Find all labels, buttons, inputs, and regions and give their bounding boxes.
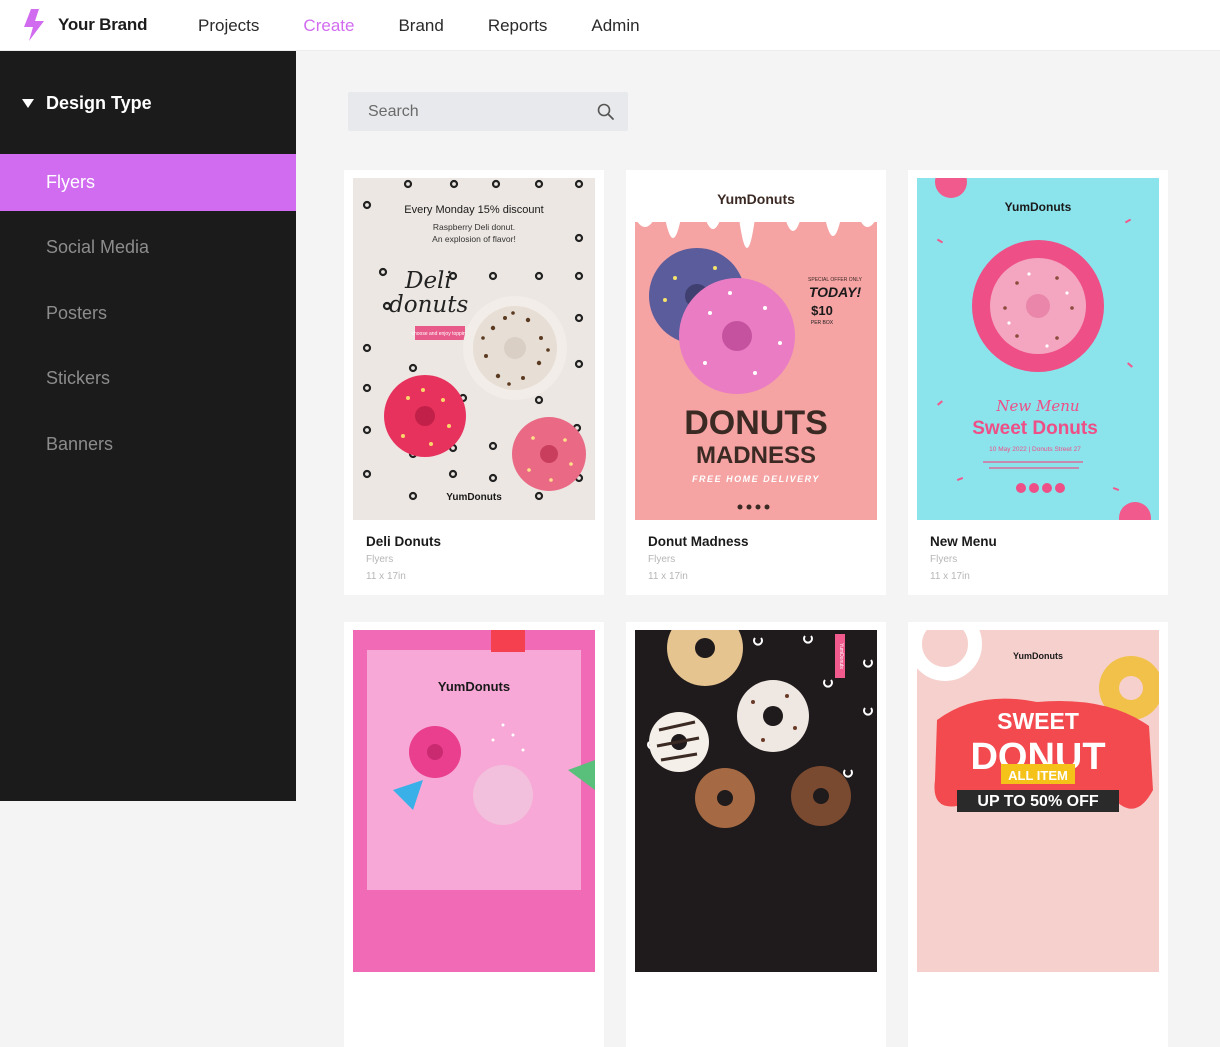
sidebar-item-banners[interactable]: Banners xyxy=(0,416,296,473)
sidebar-item-posters[interactable]: Posters xyxy=(0,285,296,342)
card-size: 11 x 17in xyxy=(366,571,406,582)
design-type-list: Flyers Social Media Posters Stickers Ban… xyxy=(0,154,296,481)
nav-brand[interactable]: Brand xyxy=(398,16,443,36)
sidebar-item-flyers[interactable]: Flyers xyxy=(0,154,296,211)
template-card-donut-madness[interactable]: YumDonuts SPECIAL OFFER ONLY TODAY! $10 … xyxy=(626,170,886,595)
card-title: New Menu xyxy=(930,534,997,549)
template-card-dark-yumdonuts[interactable]: YumDonuts xyxy=(626,622,886,1047)
new-menu-flyer-image: YumDonuts New Menu Sweet Donuts 10 May 2… xyxy=(917,178,1159,520)
card-category: Flyers xyxy=(366,554,394,565)
card-title: Deli Donuts xyxy=(366,534,442,549)
flyer-promo: UP TO 50% OFF xyxy=(977,793,1098,810)
flyer-date: 10 May 2022 | Donuts Street 27 xyxy=(989,446,1081,453)
lightning-bolt-icon xyxy=(24,9,44,41)
nav-projects[interactable]: Projects xyxy=(198,16,259,36)
brand-name: Your Brand xyxy=(58,15,148,34)
card-category: Flyers xyxy=(930,554,958,565)
template-thumbnail: YumDonuts SPECIAL OFFER ONLY TODAY! $10 … xyxy=(635,178,877,520)
brand-logo[interactable]: Your Brand xyxy=(22,9,148,41)
sidebar-item-social-media[interactable]: Social Media xyxy=(0,219,296,276)
search-icon[interactable] xyxy=(596,102,616,122)
card-size: 11 x 17in xyxy=(930,571,970,582)
card-title: Donut Madness xyxy=(648,534,749,549)
nav-create[interactable]: Create xyxy=(303,16,354,36)
flyer-script: New Menu xyxy=(995,397,1079,415)
flyer-headline: Every Monday 15% discount xyxy=(404,204,543,216)
flyer-brand: YumDonuts xyxy=(438,679,510,694)
flyer-line-2: An explosion of flavor! xyxy=(432,234,516,244)
sidebar-item-stickers[interactable]: Stickers xyxy=(0,350,296,407)
flyer-big-1: DONUTS xyxy=(684,404,828,442)
template-thumbnail: Every Monday 15% discount Raspberry Deli… xyxy=(353,178,595,520)
flyer-tag: choose and enjoy topping xyxy=(412,331,469,337)
flyer-script-2: donuts xyxy=(389,292,468,318)
nav-reports[interactable]: Reports xyxy=(488,16,548,36)
sidebar: Design Type Flyers Social Media Posters … xyxy=(0,51,296,801)
flyer-badge: ALL ITEM xyxy=(1008,768,1068,783)
template-card-sweet-donut[interactable]: YumDonuts SWEET DONUT ALL ITEM UP TO 50%… xyxy=(908,622,1168,1047)
card-size: 11 x 17in xyxy=(648,571,688,582)
flyer-offer: SPECIAL OFFER ONLY xyxy=(808,277,863,283)
search-input[interactable] xyxy=(348,92,588,131)
flyer-brand: YumDonuts xyxy=(838,643,844,669)
top-bar: Your Brand Projects Create Brand Reports… xyxy=(0,0,1220,51)
flyer-today: TODAY! xyxy=(809,284,862,300)
donut-madness-flyer-image: YumDonuts SPECIAL OFFER ONLY TODAY! $10 … xyxy=(635,178,877,520)
flyer-big-2: MADNESS xyxy=(696,442,816,469)
card-category: Flyers xyxy=(648,554,676,565)
caret-down-icon xyxy=(22,99,34,108)
template-card-pink-yumdonuts[interactable]: YumDonuts xyxy=(344,622,604,1047)
flyer-line-1: Raspberry Deli donut. xyxy=(433,222,515,232)
flyer-per: PER BOX xyxy=(811,320,834,326)
design-type-label: Design Type xyxy=(46,93,152,113)
pink-yumdonuts-flyer-image: YumDonuts xyxy=(353,630,595,972)
template-thumbnail: YumDonuts SWEET DONUT ALL ITEM UP TO 50%… xyxy=(917,630,1159,972)
flyer-big-1: SWEET xyxy=(997,708,1079,734)
flyer-script-1: Deli xyxy=(404,268,452,294)
flyer-brand: YumDonuts xyxy=(717,191,795,207)
main-nav: Projects Create Brand Reports Admin xyxy=(198,0,684,51)
search-box xyxy=(348,92,628,131)
nav-admin[interactable]: Admin xyxy=(591,16,639,36)
dark-yumdonuts-flyer-image: YumDonuts xyxy=(635,630,877,972)
flyer-brand: YumDonuts xyxy=(446,492,502,503)
design-type-toggle[interactable]: Design Type xyxy=(22,93,152,114)
template-thumbnail: YumDonuts New Menu Sweet Donuts 10 May 2… xyxy=(917,178,1159,520)
flyer-headline: Sweet Donuts xyxy=(972,418,1098,439)
flyer-delivery: FREE HOME DELIVERY xyxy=(692,474,820,484)
template-thumbnail: YumDonuts xyxy=(353,630,595,972)
template-card-new-menu[interactable]: YumDonuts New Menu Sweet Donuts 10 May 2… xyxy=(908,170,1168,595)
template-card-deli-donuts[interactable]: Every Monday 15% discount Raspberry Deli… xyxy=(344,170,604,595)
flyer-brand: YumDonuts xyxy=(1005,200,1072,214)
flyer-brand: YumDonuts xyxy=(1013,651,1063,661)
deli-donuts-flyer-image: Every Monday 15% discount Raspberry Deli… xyxy=(353,178,595,520)
sweet-donut-flyer-image: YumDonuts SWEET DONUT ALL ITEM UP TO 50%… xyxy=(917,630,1159,972)
template-thumbnail: YumDonuts xyxy=(635,630,877,972)
flyer-price: $10 xyxy=(811,303,833,318)
